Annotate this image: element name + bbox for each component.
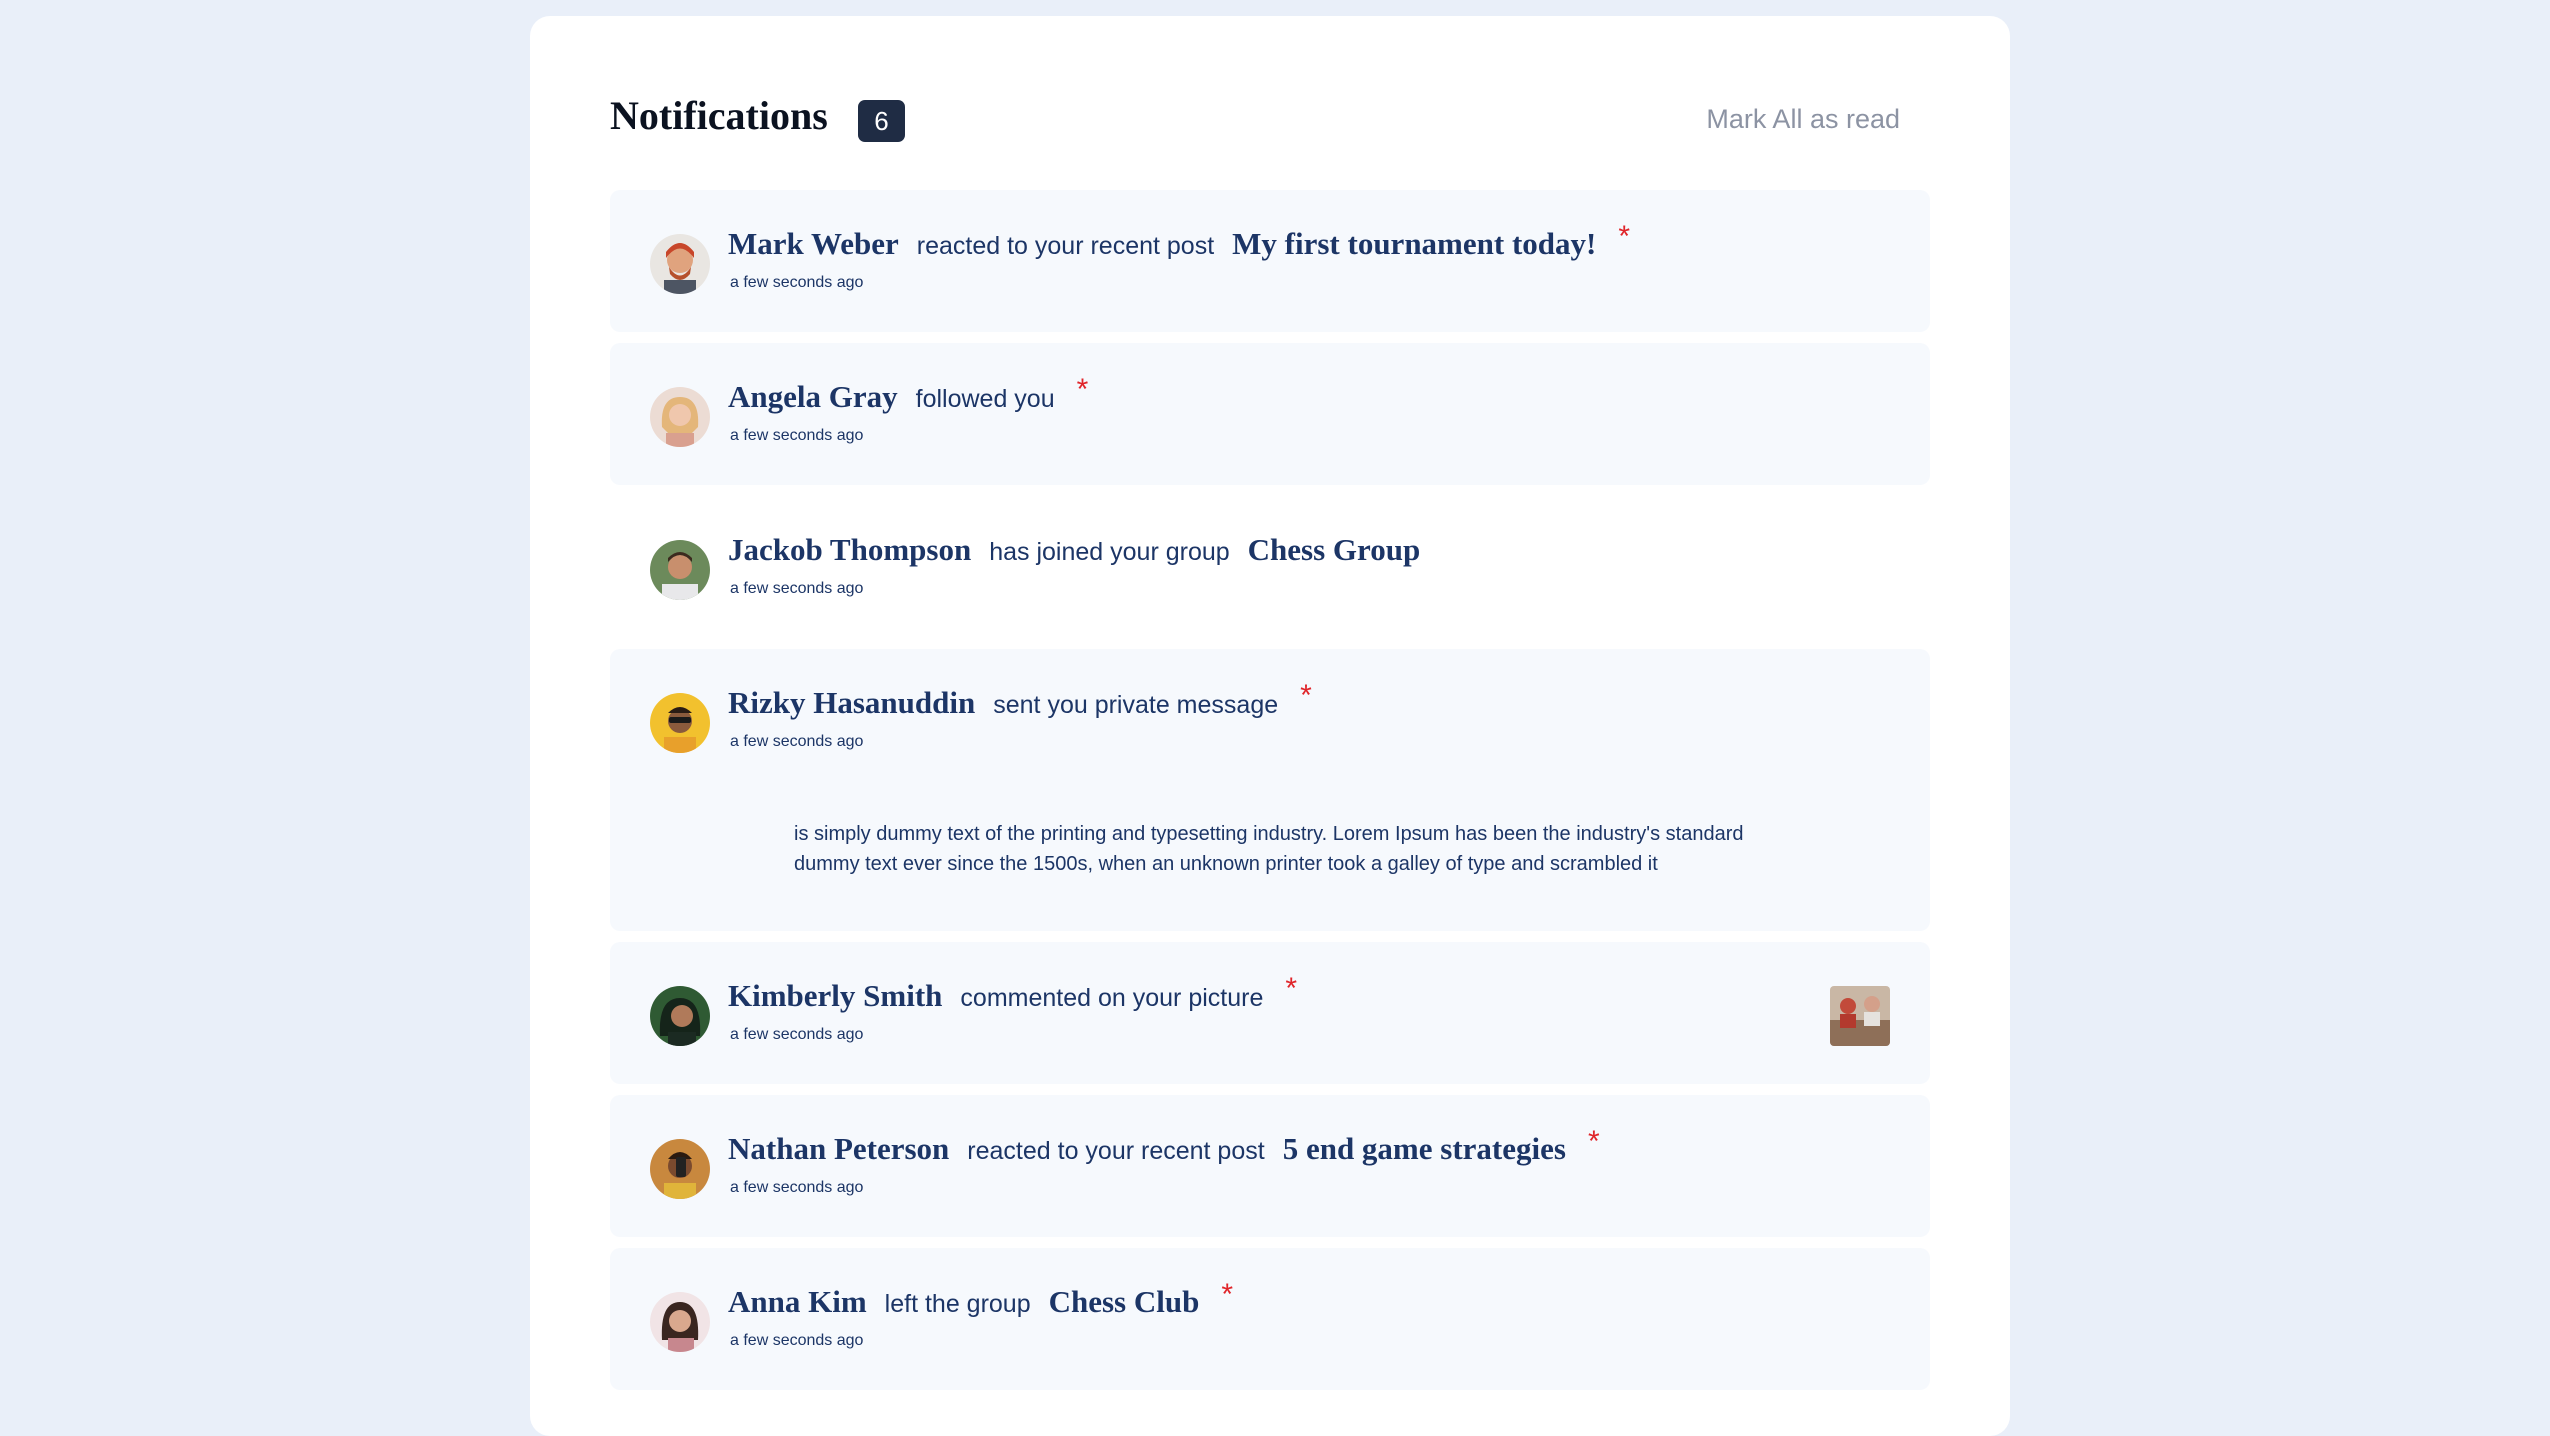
notification-item[interactable]: Mark Weber reacted to your recent post M… bbox=[610, 190, 1930, 332]
unread-indicator: * bbox=[1221, 1278, 1234, 1311]
notification-action: commented on your picture bbox=[960, 984, 1264, 1012]
notification-text: Angela Gray followed you * bbox=[728, 373, 1088, 415]
unread-indicator: * bbox=[1300, 679, 1312, 712]
user-name-link[interactable]: Mark Weber bbox=[728, 226, 899, 262]
user-name-link[interactable]: Angela Gray bbox=[728, 379, 898, 415]
post-link[interactable]: 5 end game strategies bbox=[1283, 1131, 1566, 1167]
notification-text: Mark Weber reacted to your recent post M… bbox=[728, 220, 1630, 262]
notification-time: a few seconds ago bbox=[730, 1179, 864, 1196]
user-name-link[interactable]: Kimberly Smith bbox=[728, 978, 942, 1014]
notification-action: left the group bbox=[884, 1290, 1031, 1318]
notification-action: reacted to your recent post bbox=[967, 1137, 1265, 1165]
notification-time: a few seconds ago bbox=[730, 427, 864, 444]
chess-picture-thumbnail[interactable] bbox=[1830, 986, 1890, 1046]
unread-indicator: * bbox=[1285, 972, 1298, 1005]
notification-time: a few seconds ago bbox=[730, 1332, 864, 1349]
avatar-rizky-hasanuddin[interactable] bbox=[650, 693, 710, 753]
user-name-link[interactable]: Rizky Hasanuddin bbox=[728, 685, 975, 721]
notification-text: Nathan Peterson reacted to your recent p… bbox=[728, 1125, 1600, 1167]
avatar-anna-kim[interactable] bbox=[650, 1292, 710, 1352]
group-link[interactable]: Chess Group bbox=[1248, 532, 1421, 568]
notification-time: a few seconds ago bbox=[730, 580, 864, 597]
user-name-link[interactable]: Anna Kim bbox=[728, 1284, 867, 1320]
notification-time: a few seconds ago bbox=[730, 274, 864, 291]
avatar-jackob-thompson[interactable] bbox=[650, 540, 710, 600]
notification-item[interactable]: Nathan Peterson reacted to your recent p… bbox=[610, 1095, 1930, 1237]
mark-all-as-read-button[interactable]: Mark All as read bbox=[1706, 104, 1900, 135]
notification-action: reacted to your recent post bbox=[916, 232, 1215, 260]
notification-item[interactable]: Jackob Thompson has joined your group Ch… bbox=[610, 496, 1930, 638]
notifications-card: Notifications 6 Mark All as read Mark We… bbox=[530, 16, 2010, 1436]
notification-time: a few seconds ago bbox=[730, 733, 864, 750]
notification-item[interactable]: Kimberly Smith commented on your picture… bbox=[610, 942, 1930, 1084]
notification-action: sent you private message bbox=[993, 691, 1279, 719]
message-line: dummy text ever since the 1500s, when an… bbox=[794, 853, 1658, 875]
avatar-mark-weber[interactable] bbox=[650, 234, 710, 294]
notification-text: Anna Kim left the group Chess Club * bbox=[728, 1278, 1233, 1320]
user-name-link[interactable]: Jackob Thompson bbox=[728, 532, 971, 568]
notification-text: Kimberly Smith commented on your picture… bbox=[728, 972, 1297, 1014]
user-name-link[interactable]: Nathan Peterson bbox=[728, 1131, 949, 1167]
unread-count-badge: 6 bbox=[858, 100, 905, 142]
avatar-angela-gray[interactable] bbox=[650, 387, 710, 447]
notification-action: followed you bbox=[915, 385, 1055, 413]
notification-item[interactable]: Anna Kim left the group Chess Club * a f… bbox=[610, 1248, 1930, 1390]
page-title: Notifications bbox=[610, 93, 828, 138]
unread-indicator: * bbox=[1076, 373, 1089, 406]
avatar-nathan-peterson[interactable] bbox=[650, 1139, 710, 1199]
post-link[interactable]: My first tournament today! bbox=[1232, 226, 1596, 262]
notification-item[interactable]: Angela Gray followed you * a few seconds… bbox=[610, 343, 1930, 485]
notification-text: Rizky Hasanuddin sent you private messag… bbox=[728, 679, 1312, 721]
notification-text: Jackob Thompson has joined your group Ch… bbox=[728, 532, 1420, 568]
notification-time: a few seconds ago bbox=[730, 1026, 864, 1043]
message-line: is simply dummy text of the printing and… bbox=[794, 823, 1744, 845]
notifications-header: Notifications 6 Mark All as read bbox=[610, 78, 1900, 158]
notification-action: has joined your group bbox=[989, 538, 1230, 566]
unread-indicator: * bbox=[1587, 1125, 1600, 1158]
group-link[interactable]: Chess Club bbox=[1049, 1284, 1200, 1320]
notification-item[interactable]: Rizky Hasanuddin sent you private messag… bbox=[610, 649, 1930, 931]
unread-indicator: * bbox=[1618, 220, 1631, 253]
avatar-kimberly-smith[interactable] bbox=[650, 986, 710, 1046]
private-message-preview[interactable]: is simply dummy text of the printing and… bbox=[794, 819, 1794, 879]
